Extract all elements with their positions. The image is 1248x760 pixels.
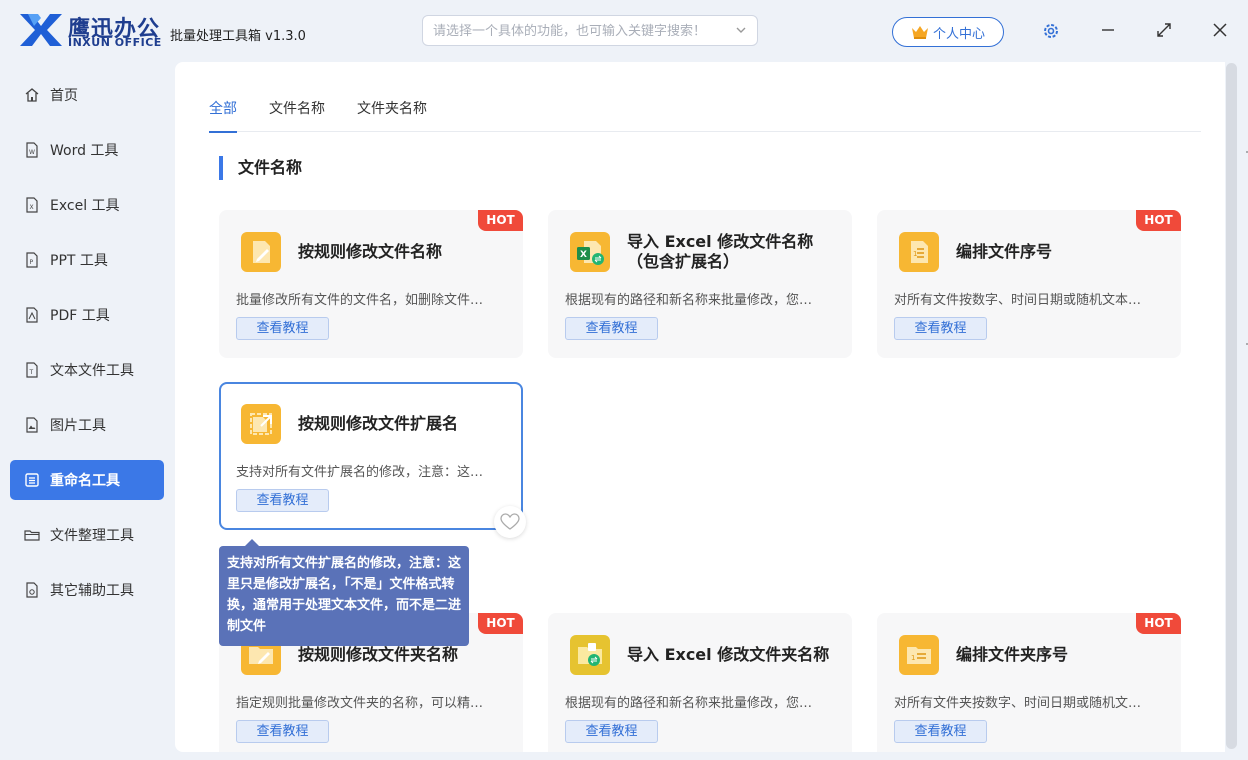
search-input[interactable] — [433, 21, 723, 41]
crown-icon — [911, 26, 928, 39]
view-tutorial-button[interactable]: 查看教程 — [894, 317, 987, 340]
card-description: 指定规则批量修改文件夹的名称，可以精… — [236, 696, 484, 711]
sidebar-item-label: Excel 工具 — [50, 198, 120, 214]
sidebar-item-label: PPT 工具 — [50, 253, 108, 269]
tab-file-name[interactable]: 文件名称 — [269, 98, 325, 132]
sidebar-item-label: PDF 工具 — [50, 308, 110, 324]
minimize-icon[interactable] — [1098, 20, 1118, 40]
sidebar-item-label: 文本文件工具 — [50, 363, 134, 379]
hot-badge: HOT — [478, 210, 523, 231]
ppt-file-icon: P — [26, 252, 38, 268]
hot-badge: HOT — [478, 613, 523, 634]
card-title: 导入 Excel 修改文件名称（包含扩展名） — [627, 232, 814, 271]
excel-folder-import-icon — [570, 635, 610, 675]
sidebar-item-word[interactable]: W Word 工具 — [10, 130, 164, 170]
sidebar-item-text[interactable]: T 文本文件工具 — [10, 350, 164, 390]
sidebar-item-image[interactable]: 图片工具 — [10, 405, 164, 445]
home-icon — [25, 88, 39, 102]
sidebar-item-label: 首页 — [50, 88, 78, 104]
card-description: 批量修改所有文件的文件名，如删除文件… — [236, 293, 484, 308]
favorite-heart-button[interactable] — [494, 506, 526, 538]
sidebar-item-home[interactable]: 首页 — [10, 75, 164, 115]
sidebar-item-label: 其它辅助工具 — [50, 583, 134, 599]
view-tutorial-button[interactable]: 查看教程 — [565, 720, 658, 743]
user-center-label: 个人中心 — [932, 26, 985, 42]
section-title: 文件名称 — [219, 156, 302, 180]
tool-card-excel-rename-files[interactable]: X 导入 Excel 修改文件名称（包含扩展名） 根据现有的路径和新名称来批量修… — [548, 210, 852, 358]
rename-list-icon — [25, 473, 39, 487]
hot-badge: HOT — [1136, 613, 1181, 634]
hot-badge: HOT — [1136, 210, 1181, 231]
svg-text:W: W — [29, 149, 35, 156]
card-description: 根据现有的路径和新名称来批量修改，您… — [565, 293, 813, 308]
inxun-logo-icon — [20, 14, 62, 46]
sidebar-item-label: 文件整理工具 — [50, 528, 134, 544]
folder-icon — [24, 530, 40, 541]
view-tutorial-button[interactable]: 查看教程 — [894, 720, 987, 743]
tab-folder-name[interactable]: 文件夹名称 — [357, 98, 427, 132]
heart-icon — [500, 513, 520, 530]
view-tutorial-button[interactable]: 查看教程 — [236, 317, 329, 340]
text-file-icon: T — [26, 362, 38, 378]
maximize-icon[interactable] — [1154, 20, 1174, 40]
svg-text:P: P — [30, 259, 34, 266]
card-title: 按规则修改文件扩展名 — [298, 414, 459, 433]
sidebar-item-organize[interactable]: 文件整理工具 — [10, 515, 164, 555]
view-tutorial-button[interactable]: 查看教程 — [236, 720, 329, 743]
numbered-list-icon: 1 — [899, 232, 939, 272]
tool-card-rename-extension[interactable]: 按规则修改文件扩展名 支持对所有文件扩展名的修改，注意：这… 查看教程 — [219, 382, 523, 530]
sidebar-item-pdf[interactable]: PDF 工具 — [10, 295, 164, 335]
sidebar: 首页 W Word 工具 X Excel 工具 P PPT 工具 PDF 工具 … — [0, 62, 166, 760]
card-description: 支持对所有文件扩展名的修改，注意：这… — [236, 465, 484, 480]
view-tutorial-button[interactable]: 查看教程 — [565, 317, 658, 340]
title-bar: 鹰迅办公 INXUN OFFICE 批量处理工具箱 v1.3.0 个人中心 — [0, 0, 1248, 62]
app-title: 批量处理工具箱 v1.3.0 — [170, 29, 306, 44]
card-title: 按规则修改文件名称 — [298, 242, 443, 261]
gear-icon[interactable] — [1042, 22, 1060, 40]
word-file-icon: W — [26, 142, 38, 158]
sidebar-item-ppt[interactable]: P PPT 工具 — [10, 240, 164, 280]
tab-bar: 全部 文件名称 文件夹名称 — [209, 98, 1201, 133]
card-description: 对所有文件夹按数字、时间日期或随机文… — [894, 696, 1142, 711]
card-description: 根据现有的路径和新名称来批量修改，您… — [565, 696, 813, 711]
sidebar-item-label: 图片工具 — [50, 418, 106, 434]
brand-name-en: INXUN OFFICE — [68, 36, 162, 49]
excel-file-icon: X — [26, 197, 38, 213]
pdf-file-icon — [26, 307, 38, 323]
image-file-icon — [26, 417, 38, 433]
svg-text:X: X — [30, 204, 34, 211]
main-panel: 全部 文件名称 文件夹名称 文件名称 按规则修改文件名称 批量修改所有文件的文件… — [175, 62, 1237, 752]
svg-text:T: T — [29, 369, 34, 376]
tool-card-number-folders[interactable]: 1 编排文件夹序号 对所有文件夹按数字、时间日期或随机文… 查看教程 HOT — [877, 613, 1181, 752]
window-edge — [1246, 151, 1248, 345]
excel-import-icon: X — [570, 232, 610, 272]
search-box[interactable] — [422, 15, 758, 46]
user-center-button[interactable]: 个人中心 — [892, 17, 1004, 47]
tool-file-icon — [26, 582, 38, 598]
card-title: 编排文件序号 — [956, 242, 1053, 261]
view-tutorial-button[interactable]: 查看教程 — [236, 489, 329, 512]
sidebar-item-label: 重命名工具 — [50, 473, 120, 489]
tooltip: 支持对所有文件扩展名的修改，注意：这里只是修改扩展名，「不是」文件格式转换，通常… — [219, 539, 469, 646]
edit-file-icon — [241, 232, 281, 272]
svg-text:1: 1 — [913, 250, 917, 258]
extension-edit-icon — [241, 404, 281, 444]
tab-all[interactable]: 全部 — [209, 98, 237, 133]
chevron-down-icon[interactable] — [735, 24, 747, 36]
tool-card-excel-rename-folders[interactable]: 导入 Excel 修改文件夹名称 根据现有的路径和新名称来批量修改，您… 查看教… — [548, 613, 852, 752]
card-description: 对所有文件按数字、时间日期或随机文本… — [894, 293, 1142, 308]
sidebar-item-rename[interactable]: 重命名工具 — [10, 460, 164, 500]
sidebar-item-other[interactable]: 其它辅助工具 — [10, 570, 164, 610]
scrollbar-thumb[interactable] — [1226, 63, 1237, 749]
numbered-folder-icon: 1 — [899, 635, 939, 675]
svg-text:1: 1 — [911, 654, 915, 662]
close-icon[interactable] — [1210, 20, 1230, 40]
card-title: 导入 Excel 修改文件夹名称 — [627, 645, 830, 664]
card-title: 编排文件夹序号 — [956, 645, 1069, 664]
sidebar-item-label: Word 工具 — [50, 143, 119, 159]
svg-text:X: X — [580, 250, 587, 260]
sidebar-item-excel[interactable]: X Excel 工具 — [10, 185, 164, 225]
tool-card-rename-files[interactable]: 按规则修改文件名称 批量修改所有文件的文件名，如删除文件… 查看教程 HOT — [219, 210, 523, 358]
tool-card-number-files[interactable]: 1 编排文件序号 对所有文件按数字、时间日期或随机文本… 查看教程 HOT — [877, 210, 1181, 358]
